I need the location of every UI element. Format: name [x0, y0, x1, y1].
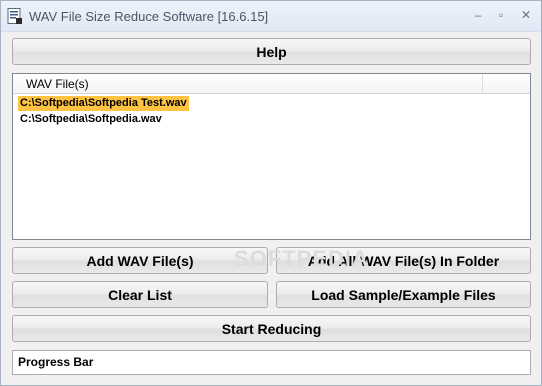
app-icon[interactable]: [7, 8, 23, 25]
file-list-header: WAV File(s): [13, 74, 530, 94]
add-files-button[interactable]: Add WAV File(s): [12, 247, 268, 274]
file-list[interactable]: WAV File(s) C:\Softpedia\Softpedia Test.…: [12, 73, 531, 240]
window-title: WAV File Size Reduce Software [16.6.15]: [29, 9, 269, 24]
title-bar[interactable]: WAV File Size Reduce Software [16.6.15] …: [1, 1, 541, 32]
column-header-wav-files[interactable]: WAV File(s): [13, 74, 483, 94]
start-reducing-button[interactable]: Start Reducing: [12, 315, 531, 342]
load-samples-button[interactable]: Load Sample/Example Files: [276, 281, 531, 308]
list-item[interactable]: C:\Softpedia\Softpedia Test.wav: [18, 96, 189, 111]
main-window: WAV File Size Reduce Software [16.6.15] …: [0, 0, 542, 386]
minimize-button[interactable]: –: [467, 5, 489, 25]
maximize-button[interactable]: ▫: [490, 5, 512, 25]
add-folder-button[interactable]: Add All WAV File(s) In Folder: [276, 247, 531, 274]
clear-list-button[interactable]: Clear List: [12, 281, 268, 308]
help-button[interactable]: Help: [12, 38, 531, 65]
close-button[interactable]: ✕: [515, 5, 537, 25]
progress-bar: Progress Bar: [12, 350, 531, 375]
list-item[interactable]: C:\Softpedia\Softpedia.wav: [18, 112, 164, 127]
